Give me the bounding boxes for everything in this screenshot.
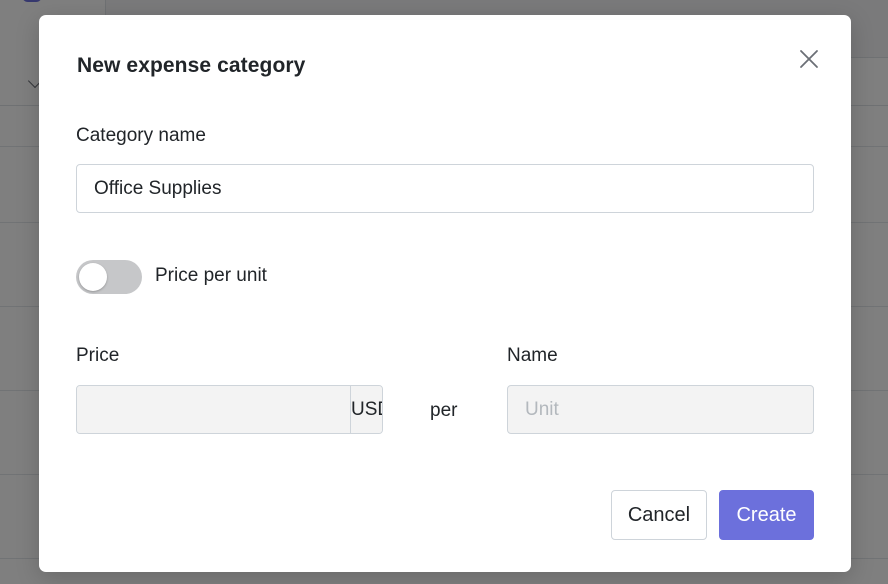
new-expense-category-dialog: New expense category Category name Price… [39, 15, 851, 572]
close-button[interactable] [795, 45, 823, 73]
price-input[interactable] [77, 386, 350, 433]
toggle-knob [79, 263, 107, 291]
category-name-label: Category name [76, 125, 206, 146]
currency-addon: USD [350, 386, 382, 433]
cancel-button[interactable]: Cancel [611, 490, 707, 540]
create-button[interactable]: Create [719, 490, 814, 540]
price-label: Price [76, 345, 120, 366]
modal-title: New expense category [77, 54, 306, 77]
close-icon [800, 50, 818, 68]
price-input-group: USD [76, 385, 383, 434]
unit-name-input[interactable] [507, 385, 814, 434]
price-per-unit-label: Price per unit [155, 265, 267, 286]
price-per-unit-toggle[interactable] [76, 260, 142, 294]
category-name-input[interactable] [76, 164, 814, 213]
per-text: per [430, 400, 458, 421]
unit-name-label: Name [507, 345, 558, 366]
